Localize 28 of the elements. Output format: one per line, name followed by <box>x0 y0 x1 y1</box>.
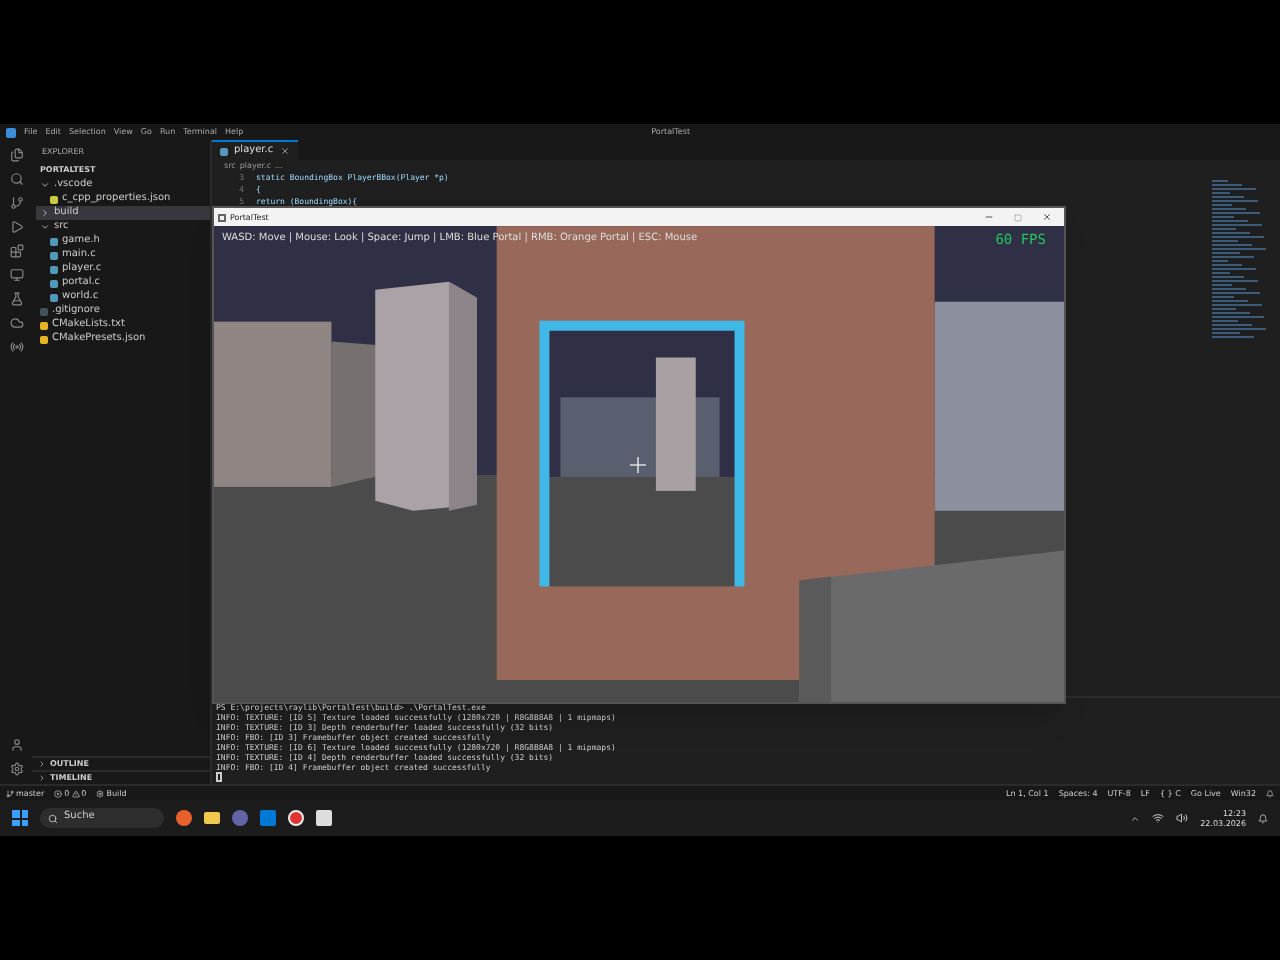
file-type-icon <box>50 195 58 203</box>
activity-bar-icon[interactable] <box>9 172 23 186</box>
error-icon <box>54 789 63 797</box>
notifications-icon[interactable] <box>1266 789 1274 797</box>
chevron-down-icon <box>40 180 50 190</box>
app-icon <box>218 213 226 221</box>
activity-bar-icon[interactable] <box>9 196 23 210</box>
activity-bar-icon[interactable] <box>9 340 23 354</box>
terminal-cursor <box>216 772 222 782</box>
gear-icon <box>96 789 105 797</box>
chevron-down-icon <box>40 222 50 232</box>
chevron-right-icon <box>40 208 50 218</box>
activity-bar-icon[interactable] <box>9 268 23 282</box>
activity-bar-icon[interactable] <box>9 148 23 162</box>
warning-icon <box>71 789 80 797</box>
branch-icon <box>6 789 14 797</box>
activity-bar-icon[interactable] <box>9 244 23 258</box>
activity-bar-icon[interactable] <box>9 220 23 234</box>
settings-icon[interactable] <box>9 762 23 776</box>
tray-chevron-icon[interactable] <box>1130 813 1141 823</box>
network-icon[interactable] <box>1152 812 1165 824</box>
start-icon[interactable] <box>12 810 28 826</box>
account-icon[interactable] <box>9 738 23 752</box>
search-icon <box>48 813 58 823</box>
volume-icon[interactable] <box>1176 812 1189 824</box>
activity-bar-icon[interactable] <box>9 316 23 330</box>
notifications-icon[interactable] <box>1258 813 1268 823</box>
activity-bar-icon[interactable] <box>9 292 23 306</box>
